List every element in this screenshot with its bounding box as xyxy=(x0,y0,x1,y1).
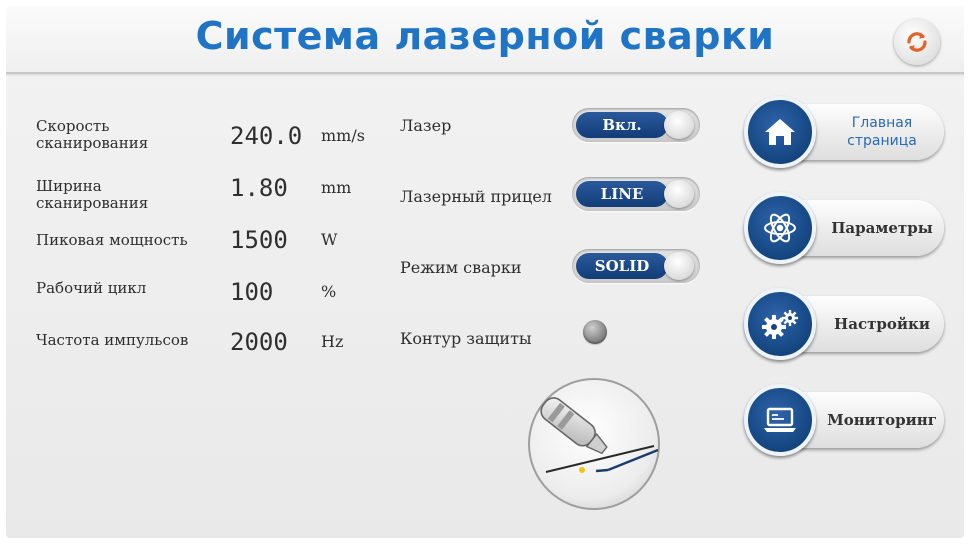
gears-icon-badge xyxy=(744,288,816,360)
page-title: Система лазерной сварки xyxy=(195,14,775,58)
peak-power-unit: W xyxy=(321,230,338,249)
aiming-label: Лазерный прицел xyxy=(400,187,552,206)
pulse-frequency-unit: Hz xyxy=(321,332,344,351)
scan-speed-unit: mm/s xyxy=(321,126,365,145)
scan-width-unit: mm xyxy=(321,178,352,197)
scan-width-label: Ширина сканирования xyxy=(36,177,149,212)
nav-home-button[interactable]: Главная страница xyxy=(744,96,944,168)
toggle-knob xyxy=(664,252,694,280)
home-icon-badge xyxy=(744,96,816,168)
refresh-button[interactable] xyxy=(894,19,940,65)
protection-indicator-led xyxy=(583,320,607,344)
toggle-knob xyxy=(664,111,694,139)
refresh-icon xyxy=(907,32,927,52)
protection-circuit-label: Контур защиты xyxy=(400,329,532,348)
laser-label: Лазер xyxy=(400,116,452,135)
duty-cycle-value[interactable]: 100 xyxy=(230,278,316,306)
pulse-frequency-value[interactable]: 2000 xyxy=(230,328,316,356)
atom-icon xyxy=(764,213,796,243)
duty-cycle-unit: % xyxy=(321,282,337,301)
nav-parameters-label: Параметры xyxy=(831,219,933,237)
laser-toggle-state: Вкл. xyxy=(576,112,668,138)
home-icon xyxy=(765,119,795,145)
weld-mode-toggle-state: SOLID xyxy=(576,253,668,279)
gears-icon xyxy=(762,310,798,339)
toggle-knob xyxy=(664,180,694,208)
scan-speed-value[interactable]: 240.0 xyxy=(230,122,316,150)
pulse-frequency-label: Частота импульсов xyxy=(36,331,189,349)
laptop-icon xyxy=(764,407,796,432)
hmi-screen: Система лазерной сварки Скорость сканиро… xyxy=(6,6,964,538)
welding-torch-illustration xyxy=(528,378,660,510)
scan-speed-label: Скорость сканирования xyxy=(36,117,149,152)
nav-settings-button[interactable]: Настройки xyxy=(744,288,944,360)
peak-power-label: Пиковая мощность xyxy=(36,231,188,249)
nav-home-label: Главная страница xyxy=(847,115,917,149)
nav-parameters-button[interactable]: Параметры xyxy=(744,192,944,264)
aiming-toggle[interactable]: LINE xyxy=(572,177,700,211)
header-bar: Система лазерной сварки xyxy=(6,6,964,74)
scan-width-value[interactable]: 1.80 xyxy=(230,174,316,202)
nav-monitoring-button[interactable]: Мониторинг xyxy=(744,384,944,456)
weld-mode-toggle[interactable]: SOLID xyxy=(572,249,700,283)
weld-mode-label: Режим сварки xyxy=(400,258,522,277)
aiming-toggle-state: LINE xyxy=(576,181,668,207)
laptop-icon-badge xyxy=(744,384,816,456)
duty-cycle-label: Рабочий цикл xyxy=(36,279,147,297)
nav-settings-label: Настройки xyxy=(834,315,930,333)
atom-icon-badge xyxy=(744,192,816,264)
laser-toggle[interactable]: Вкл. xyxy=(572,108,700,142)
nav-monitoring-label: Мониторинг xyxy=(827,411,937,429)
peak-power-value[interactable]: 1500 xyxy=(230,226,316,254)
